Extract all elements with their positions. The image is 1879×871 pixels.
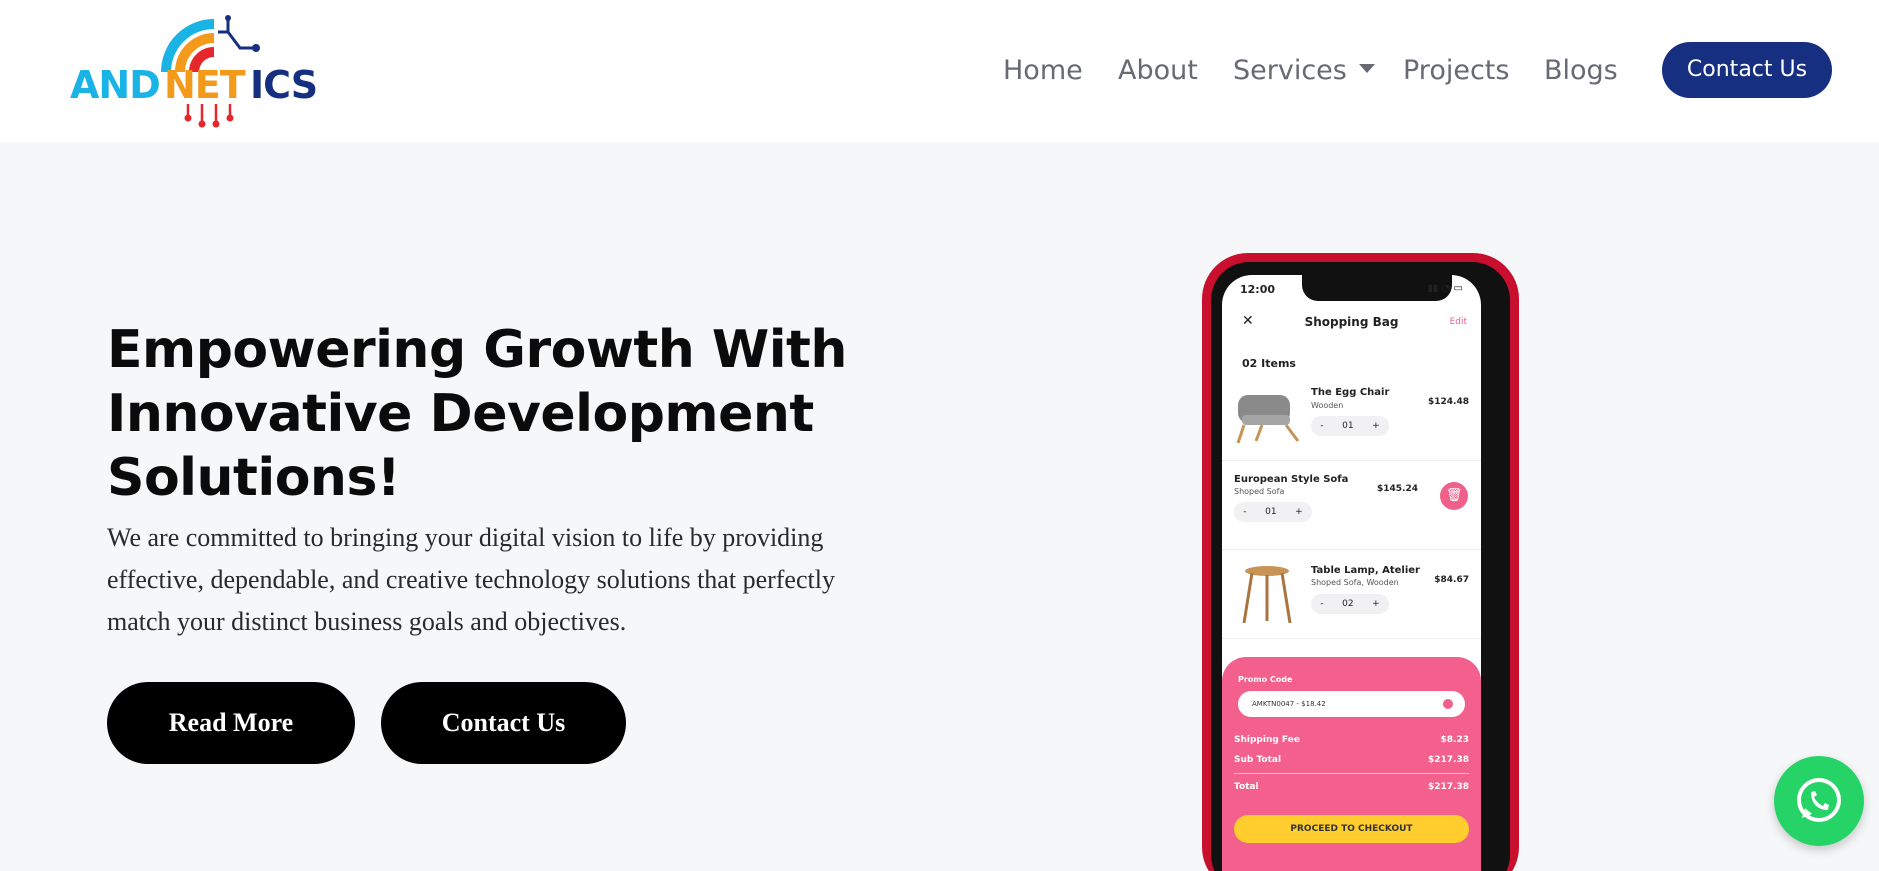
item-name: The Egg Chair <box>1311 387 1390 398</box>
cart-item: The Egg Chair Wooden $124.48 - 01 + <box>1222 373 1481 461</box>
chair-image <box>1236 395 1300 444</box>
plus-icon: + <box>1372 421 1380 431</box>
total-value: $217.38 <box>1428 782 1469 792</box>
hero-description: We are committed to bringing your digita… <box>107 517 907 643</box>
site-header: AND NET ICS Home About Services Projects… <box>0 0 1879 142</box>
svg-text:NET: NET <box>164 63 246 107</box>
nav-about[interactable]: About <box>1118 45 1198 97</box>
shipping-row: Shipping Fee $8.23 <box>1234 735 1469 745</box>
remove-promo-icon <box>1443 699 1453 709</box>
summary-divider <box>1234 773 1469 774</box>
item-qty: 01 <box>1342 421 1354 431</box>
subtotal-row: Sub Total $217.38 <box>1234 755 1469 765</box>
andnetics-logo[interactable]: AND NET ICS <box>68 12 338 130</box>
cart-edit-link: Edit <box>1449 317 1467 327</box>
quantity-stepper: - 01 + <box>1234 502 1312 522</box>
checkout-button: PROCEED TO CHECKOUT <box>1234 815 1469 843</box>
item-sub: Wooden <box>1311 401 1344 410</box>
hero-description-line: match your distinct business goals and o… <box>107 607 627 636</box>
item-price: $84.67 <box>1434 575 1469 585</box>
cart-item: European Style Sofa Shoped Sofa $145.24 … <box>1222 462 1481 550</box>
subtotal-label: Sub Total <box>1234 755 1282 765</box>
item-name: European Style Sofa <box>1234 474 1349 485</box>
cart-title: Shopping Bag <box>1304 315 1399 329</box>
hero-title: Empowering Growth With Innovative Develo… <box>107 318 867 510</box>
cart-item: Table Lamp, Atelier Shoped Sofa, Wooden … <box>1222 551 1481 639</box>
hero-description-line: We are committed to bringing your digita… <box>107 523 824 552</box>
promo-label: Promo Code <box>1238 675 1293 684</box>
table-image <box>1242 566 1292 623</box>
svg-text:AND: AND <box>70 63 160 107</box>
nav-blogs[interactable]: Blogs <box>1544 45 1618 97</box>
phone-screen: 12:00 ▮▮ ◔ ▭ ✕ Shopping Bag Edit 02 Item… <box>1222 275 1481 871</box>
minus-icon: - <box>1320 421 1324 431</box>
whatsapp-button[interactable] <box>1774 756 1864 846</box>
hero-title-line: Solutions! <box>107 448 401 508</box>
quantity-stepper: - 01 + <box>1311 416 1389 436</box>
item-sub: Shoped Sofa, Wooden <box>1311 578 1399 587</box>
cart-item-count: 02 Items <box>1242 357 1296 370</box>
minus-icon: - <box>1320 599 1324 609</box>
nav-projects[interactable]: Projects <box>1403 45 1509 97</box>
hero-title-line: Empowering Growth With <box>107 320 847 380</box>
item-qty: 02 <box>1342 599 1354 609</box>
hero-contact-button[interactable]: Contact Us <box>381 682 626 764</box>
item-sub: Shoped Sofa <box>1234 487 1285 496</box>
trash-icon: 🗑 <box>1440 482 1468 510</box>
phone-mockup: 12:00 ▮▮ ◔ ▭ ✕ Shopping Bag Edit 02 Item… <box>1202 253 1519 871</box>
nav-services[interactable]: Services <box>1233 45 1375 97</box>
shipping-label: Shipping Fee <box>1234 735 1300 745</box>
signal-icon: ▮▮ ◔ ▭ <box>1427 283 1463 294</box>
nav-contact-button[interactable]: Contact Us <box>1662 42 1832 98</box>
nav-home[interactable]: Home <box>1003 45 1083 97</box>
read-more-button[interactable]: Read More <box>107 682 355 764</box>
status-time: 12:00 <box>1240 283 1276 296</box>
whatsapp-icon <box>1797 778 1841 822</box>
hero-title-line: Innovative Development <box>107 384 814 444</box>
item-qty: 01 <box>1265 507 1277 517</box>
shipping-value: $8.23 <box>1440 735 1469 745</box>
item-name: Table Lamp, Atelier <box>1311 565 1420 576</box>
hero-description-line: effective, dependable, and creative tech… <box>107 565 835 594</box>
caret-down-icon <box>1358 64 1375 73</box>
total-row: Total $217.38 <box>1234 782 1469 792</box>
minus-icon: - <box>1243 507 1247 517</box>
item-price: $124.48 <box>1428 397 1469 407</box>
checkout-panel: Promo Code AMKTN0047 - $18.42 Shipping F… <box>1222 657 1481 871</box>
promo-field: AMKTN0047 - $18.42 <box>1238 691 1465 717</box>
plus-icon: + <box>1372 599 1380 609</box>
promo-value: AMKTN0047 - $18.42 <box>1252 700 1326 708</box>
nav-services-label: Services <box>1233 55 1347 86</box>
quantity-stepper: - 02 + <box>1311 594 1389 614</box>
total-label: Total <box>1234 782 1259 792</box>
plus-icon: + <box>1295 507 1303 517</box>
subtotal-value: $217.38 <box>1428 755 1469 765</box>
svg-text:ICS: ICS <box>250 63 317 107</box>
item-price: $145.24 <box>1377 484 1418 494</box>
